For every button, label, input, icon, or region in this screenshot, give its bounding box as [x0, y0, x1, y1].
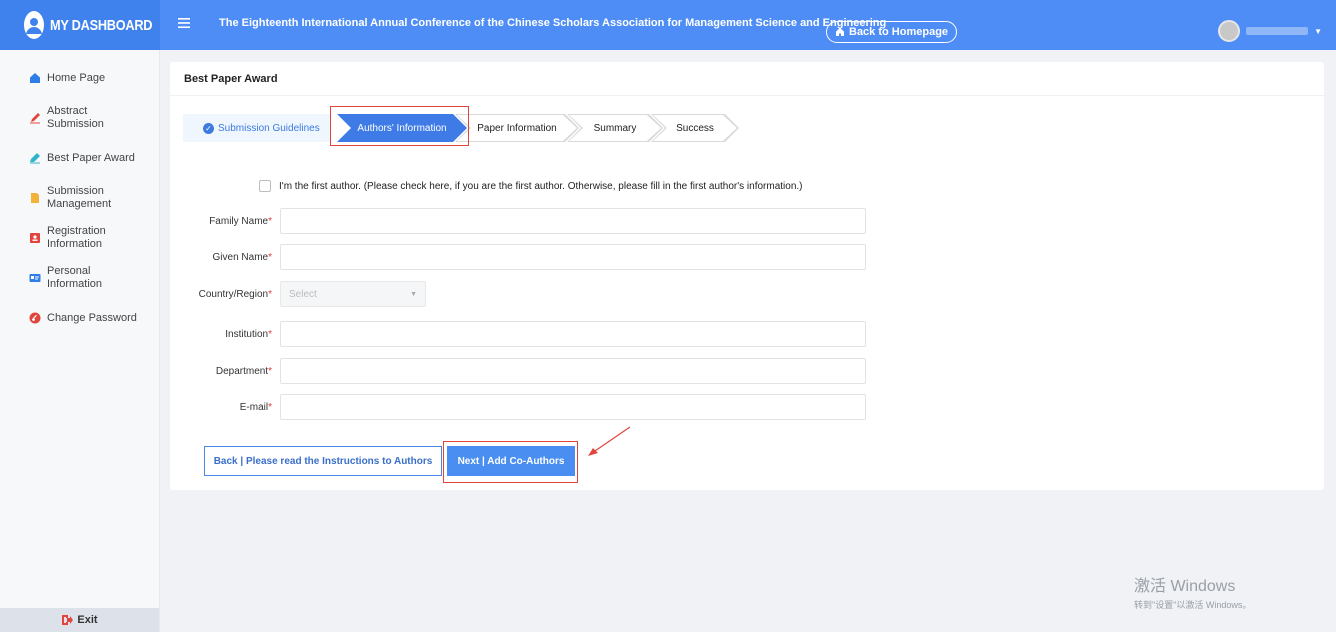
step-success[interactable]: Success	[651, 114, 739, 142]
profile-card-icon	[29, 274, 41, 282]
check-circle-icon: ✓	[203, 122, 214, 134]
back-to-homepage-button[interactable]: Back to Homepage	[826, 21, 958, 43]
user-name-redacted	[1246, 27, 1309, 35]
step-label: Submission Guidelines	[218, 122, 320, 134]
step-submission-guidelines[interactable]: ✓ Submission Guidelines	[183, 114, 331, 142]
windows-activation-watermark: 激活 Windows 转到"设置"以激活 Windows。	[1134, 572, 1251, 611]
user-menu[interactable]: ▼	[1218, 20, 1322, 42]
sidebar-item-personal-information[interactable]: Personal Information	[0, 258, 159, 298]
sidebar-item-label: Submission Management	[47, 185, 112, 210]
id-card-icon	[30, 233, 40, 243]
annotation-arrow-icon	[588, 426, 631, 456]
file-icon	[31, 193, 39, 203]
chevron-down-icon: ▼	[410, 290, 417, 298]
step-label: Summary	[593, 122, 637, 134]
step-label: Paper Information	[477, 122, 557, 134]
highlight-box-step	[330, 106, 469, 146]
menu-toggle-icon[interactable]	[178, 17, 192, 31]
given-name-input[interactable]	[280, 244, 866, 270]
country-row: Country/Region* Select ▼	[170, 281, 426, 307]
back-button[interactable]: Back | Please read the Instructions to A…	[204, 446, 442, 476]
institution-label: Institution*	[225, 328, 272, 340]
step-paper-information[interactable]: Paper Information	[455, 114, 579, 142]
pen-icon	[30, 153, 40, 164]
sidebar-item-best-paper-award[interactable]: Best Paper Award	[0, 138, 159, 178]
institution-row: Institution*	[170, 321, 866, 347]
department-input[interactable]	[280, 358, 866, 384]
edit-icon	[30, 113, 40, 124]
department-row: Department*	[170, 358, 866, 384]
institution-input[interactable]	[280, 321, 866, 347]
page-title: Best Paper Award	[170, 62, 1324, 96]
sidebar-item-label: Change Password	[47, 311, 137, 324]
step-label: Success	[676, 122, 714, 134]
sidebar-item-label: Abstract Submission	[47, 105, 104, 130]
chevron-down-icon: ▼	[1314, 26, 1322, 36]
key-icon	[29, 312, 41, 324]
country-select[interactable]: Select ▼	[280, 281, 426, 307]
sidebar-item-change-password[interactable]: Change Password	[0, 298, 159, 338]
avatar	[1218, 20, 1241, 42]
sidebar-item-abstract-submission[interactable]: Abstract Submission	[0, 98, 159, 138]
brand-title: MY DASHBOARD	[50, 16, 153, 34]
department-label: Department*	[215, 365, 272, 377]
first-author-checkbox[interactable]	[259, 180, 271, 192]
user-avatar-icon	[24, 11, 44, 39]
given-name-row: Given Name*	[170, 244, 866, 270]
home-icon	[836, 28, 844, 36]
main-panel: Best Paper Award ✓ Submission Guidelines…	[170, 62, 1324, 490]
sidebar-item-registration-information[interactable]: Registration Information	[0, 218, 159, 258]
conference-title: The Eighteenth International Annual Conf…	[219, 17, 887, 29]
top-bar: MY DASHBOARD The Eighteenth Internationa…	[0, 0, 1336, 50]
country-label: Country/Region*	[198, 288, 272, 300]
step-summary[interactable]: Summary	[567, 114, 663, 142]
sidebar-item-label: Personal Information	[47, 265, 103, 290]
sidebar-item-home[interactable]: Home Page	[0, 58, 159, 98]
first-author-label: I'm the first author. (Please check here…	[279, 180, 803, 192]
back-to-homepage-label: Back to Homepage	[849, 26, 949, 38]
watermark-line-1: 激活 Windows	[1134, 578, 1236, 595]
given-name-label: Given Name*	[212, 251, 272, 263]
family-name-label: Family Name*	[209, 215, 272, 227]
brand[interactable]: MY DASHBOARD	[0, 0, 160, 50]
email-label: E-mail*	[239, 401, 272, 413]
sidebar-item-label: Best Paper Award	[47, 151, 135, 164]
sidebar-item-label: Home Page	[47, 71, 106, 84]
family-name-row: Family Name*	[170, 208, 866, 234]
exit-button[interactable]: Exit	[0, 608, 159, 632]
family-name-input[interactable]	[280, 208, 866, 234]
email-input[interactable]	[280, 394, 866, 420]
exit-icon	[62, 615, 74, 625]
country-placeholder: Select	[289, 288, 317, 300]
watermark-line-2: 转到"设置"以激活 Windows。	[1134, 600, 1252, 610]
home-icon	[30, 73, 40, 83]
exit-label: Exit	[77, 614, 98, 626]
highlight-box-next	[443, 441, 578, 483]
sidebar-item-submission-management[interactable]: Submission Management	[0, 178, 159, 218]
sidebar-item-label: Registration Information	[47, 225, 106, 250]
sidebar: Home Page Abstract Submission Best Paper…	[0, 50, 160, 632]
email-row: E-mail*	[170, 394, 866, 420]
first-author-option: I'm the first author. (Please check here…	[259, 180, 803, 192]
